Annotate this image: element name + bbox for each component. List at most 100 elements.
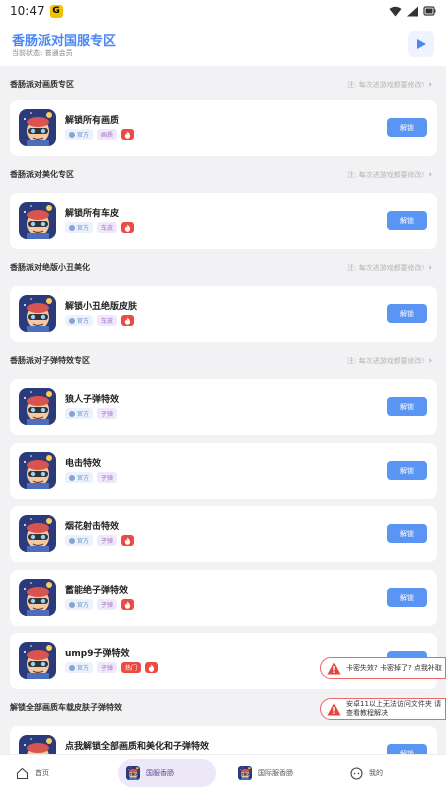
status-time: 10:47 [10,4,45,18]
notice-text: 安卓11以上无法访问文件夹 请查看教程解决 [346,700,442,717]
membership-status: 当前状态: 普通会员 [12,49,73,57]
game-thumbnail [19,735,56,754]
wifi-icon [389,6,402,16]
type-tag: 车皮 [97,315,118,326]
game-thumbnail [19,642,56,679]
game-icon [238,766,252,780]
official-tag: 官方 [65,222,94,233]
tab-2[interactable]: 国际服香肠 [230,759,301,787]
feature-list[interactable]: 香肠派对画质专区 注: 每次进游戏都要修改! › 解锁所有画质 官方 画质 解锁 香肠派对美化… [0,66,446,754]
tag-list: 官方 车皮 [65,222,135,233]
feature-name: 烟花射击特效 [65,522,120,532]
tag-list: 官方 子弹 [65,408,118,419]
unlock-button[interactable]: 解锁 [387,304,427,323]
feature-card[interactable]: 解锁所有画质 官方 画质 解锁 [10,100,437,156]
official-tag: 官方 [65,408,94,419]
official-icon [69,664,75,671]
section-note[interactable]: 注: 每次进游戏都要修改! › [347,80,432,90]
unlock-button[interactable]: 解锁 [387,461,427,480]
section-note[interactable]: 注: 每次进游戏都要修改! › [347,263,432,273]
fire-icon [121,129,135,140]
type-tag: 子弹 [97,472,118,483]
section-note[interactable]: 注: 每次进游戏都要修改! › [347,356,432,366]
chevron-right-icon: › [428,170,432,180]
type-tag: 子弹 [97,535,118,546]
tab-3[interactable]: 我的 [342,759,391,787]
app-header: 香肠派对国服专区 当前状态: 普通会员 [0,22,446,66]
warning-icon [327,662,341,674]
page-title: 香肠派对国服专区 [12,34,117,49]
chevron-right-icon: › [428,80,432,90]
feature-name: 电击特效 [65,459,102,469]
feature-card[interactable]: 蓄能绝子弹特效 官方 子弹 解锁 [10,570,437,626]
official-tag: 官方 [65,599,94,610]
official-icon [69,537,75,544]
official-tag: 官方 [65,472,94,483]
feature-card[interactable]: 电击特效官方 子弹 解锁 [10,443,437,499]
battery-icon [423,6,436,16]
unlock-button[interactable]: 解锁 [387,118,427,137]
feature-card[interactable]: 解锁小丑绝版皮肤 官方 车皮 解锁 [10,286,437,342]
tab-1[interactable]: 国服香肠 [118,759,216,787]
official-icon [69,317,75,324]
tag-list: 官方 子弹 热门 [65,662,159,673]
fire-icon [121,315,135,326]
feature-card[interactable]: 解锁所有车皮官方 车皮 解锁 [10,193,437,249]
feature-name: 解锁所有车皮 [65,209,120,219]
home-icon [16,767,29,779]
tag-list: 官方 子弹 [65,472,118,483]
game-icon [126,766,140,780]
play-button[interactable] [408,31,434,57]
fire-icon [121,222,135,233]
popular-tag: 热门 [121,662,142,673]
feature-name: ump9子弹特效 [65,649,130,659]
fire-icon [121,535,135,546]
type-tag: 子弹 [97,408,118,419]
feature-name: 解锁所有画质 [65,116,120,126]
tag-list: 官方 子弹 [65,599,135,610]
section-note[interactable]: 注: 每次进游戏都要修改! › [347,170,432,180]
fire-icon [145,662,159,673]
section-note-text: 注: 每次进游戏都要修改! [347,81,425,89]
official-tag: 官方 [65,662,94,673]
feature-card[interactable]: 狼人子弹特效 官方 子弹 解锁 [10,379,437,435]
notice-toast[interactable]: 卡密失效? 卡密掉了? 点我补取 [320,657,446,679]
unlock-button[interactable]: 解锁 [387,397,427,416]
notice-toast[interactable]: 安卓11以上无法访问文件夹 请查看教程解决 [320,698,446,720]
unlock-button[interactable]: 解锁 [387,588,427,607]
chevron-right-icon: › [428,263,432,273]
section-note-text: 注: 每次进游戏都要修改! [347,357,425,365]
tag-list: 官方 子弹 [65,535,135,546]
game-thumbnail [19,295,56,332]
app-notification-icon: G [49,4,63,18]
notice-text: 卡密失效? 卡密掉了? 点我补取 [346,663,442,672]
official-tag: 官方 [65,129,94,140]
official-icon [69,410,75,417]
section-title: 香肠派对画质专区 [10,80,74,89]
tab-label: 首页 [35,769,49,777]
feature-name: 蓄能绝子弹特效 [65,586,129,596]
bottom-tab-bar: 首页 国服香肠 国际服香肠 我的 [0,754,446,793]
section-title: 香肠派对绝版小丑美化 [10,263,90,272]
type-tag: 画质 [97,129,118,140]
section-title: 香肠派对子弹特效专区 [10,356,90,365]
unlock-button[interactable]: 解锁 [387,744,427,754]
status-bar: 10:47 G [0,0,446,22]
feature-card[interactable]: 点我解锁全部画质和美化和子弹特效 解锁 [10,726,437,754]
game-thumbnail [19,109,56,146]
fire-icon [121,599,135,610]
official-icon [69,474,75,481]
section-title: 香肠派对美化专区 [10,170,74,179]
feature-card[interactable]: 烟花射击特效 官方 子弹 解锁 [10,506,437,562]
unlock-button[interactable]: 解锁 [387,524,427,543]
official-icon [69,131,75,138]
tab-0[interactable]: 首页 [8,759,57,787]
official-tag: 官方 [65,535,94,546]
game-thumbnail [19,202,56,239]
profile-icon [350,766,363,780]
signal-icon [407,6,418,16]
unlock-button[interactable]: 解锁 [387,211,427,230]
tab-label: 国际服香肠 [258,769,293,777]
type-tag: 子弹 [97,599,118,610]
official-icon [69,601,75,608]
